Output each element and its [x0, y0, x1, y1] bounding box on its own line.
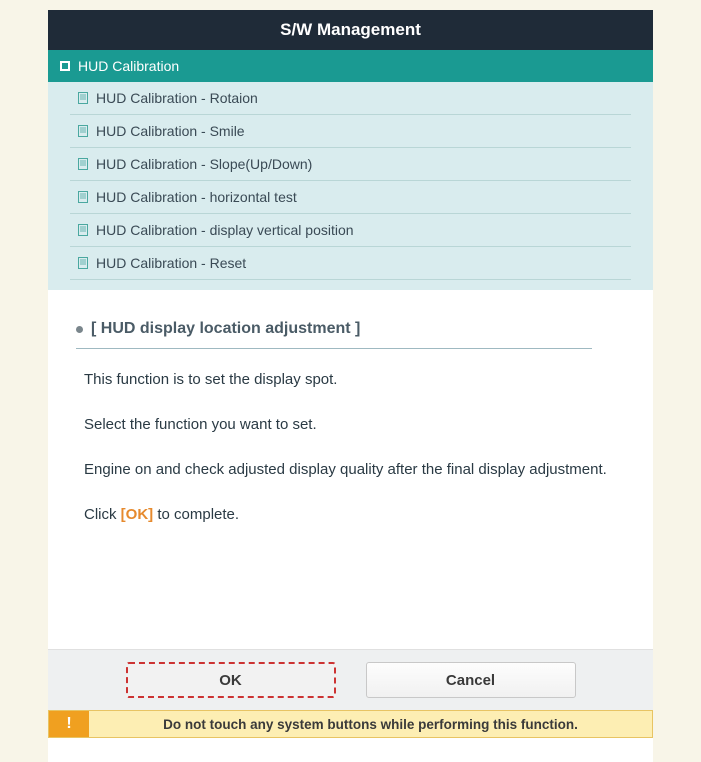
footer: OK Cancel ! Do not touch any system butt… [48, 649, 653, 738]
detail-section: [ HUD display location adjustment ] This… [48, 290, 653, 525]
app-title: S/W Management [280, 20, 421, 39]
list-item-label: HUD Calibration - Slope(Up/Down) [96, 156, 312, 172]
warning-icon: ! [49, 711, 89, 737]
detail-line: Click [OK] to complete. [84, 504, 625, 525]
list-item-label: HUD Calibration - Reset [96, 255, 246, 271]
calibration-list[interactable]: HUD Calibration - Rotaion HUD Calibratio… [48, 82, 653, 290]
square-icon [60, 61, 70, 71]
divider [76, 348, 592, 349]
document-icon [78, 257, 88, 269]
list-item[interactable]: HUD Calibration - Reset [70, 247, 631, 280]
button-row: OK Cancel [48, 649, 653, 710]
detail-line-pre: Click [84, 506, 121, 523]
list-item[interactable]: HUD Calibration - Smile [70, 115, 631, 148]
app-header: S/W Management [48, 10, 653, 50]
list-item[interactable]: HUD Calibration - display vertical posit… [70, 214, 631, 247]
list-item-label: HUD Calibration - Smile [96, 123, 245, 139]
cancel-button[interactable]: Cancel [366, 662, 576, 698]
list-item[interactable]: HUD Calibration - Rotaion [70, 82, 631, 115]
warning-text: Do not touch any system buttons while pe… [89, 711, 652, 737]
app-container: S/W Management HUD Calibration HUD Calib… [48, 10, 653, 762]
list-item-label: HUD Calibration - Slope(Left/Right) [96, 288, 315, 290]
document-icon [78, 191, 88, 203]
section-header[interactable]: HUD Calibration [48, 50, 653, 82]
list-container: HUD Calibration - Rotaion HUD Calibratio… [48, 82, 653, 290]
ok-inline-text: [OK] [121, 506, 154, 523]
document-icon [78, 125, 88, 137]
document-icon [78, 158, 88, 170]
warning-bar: ! Do not touch any system buttons while … [48, 710, 653, 738]
detail-line-post: to complete. [153, 506, 239, 523]
list-item-label: HUD Calibration - horizontal test [96, 189, 297, 205]
detail-title: [ HUD display location adjustment ] [91, 320, 360, 338]
detail-line: Engine on and check adjusted display qua… [84, 459, 625, 480]
section-title: HUD Calibration [78, 58, 179, 74]
detail-title-row: [ HUD display location adjustment ] [76, 320, 625, 348]
detail-body: This function is to set the display spot… [76, 369, 625, 525]
list-item[interactable]: HUD Calibration - Slope(Up/Down) [70, 148, 631, 181]
list-item-label: HUD Calibration - Rotaion [96, 90, 258, 106]
list-item-label: HUD Calibration - display vertical posit… [96, 222, 354, 238]
ok-button[interactable]: OK [126, 662, 336, 698]
document-icon [78, 92, 88, 104]
detail-line: This function is to set the display spot… [84, 369, 625, 390]
exclamation-icon: ! [66, 715, 71, 733]
document-icon [78, 224, 88, 236]
bullet-icon [76, 326, 83, 333]
detail-line: Select the function you want to set. [84, 414, 625, 435]
list-item[interactable]: HUD Calibration - Slope(Left/Right) [70, 280, 631, 290]
list-item[interactable]: HUD Calibration - horizontal test [70, 181, 631, 214]
